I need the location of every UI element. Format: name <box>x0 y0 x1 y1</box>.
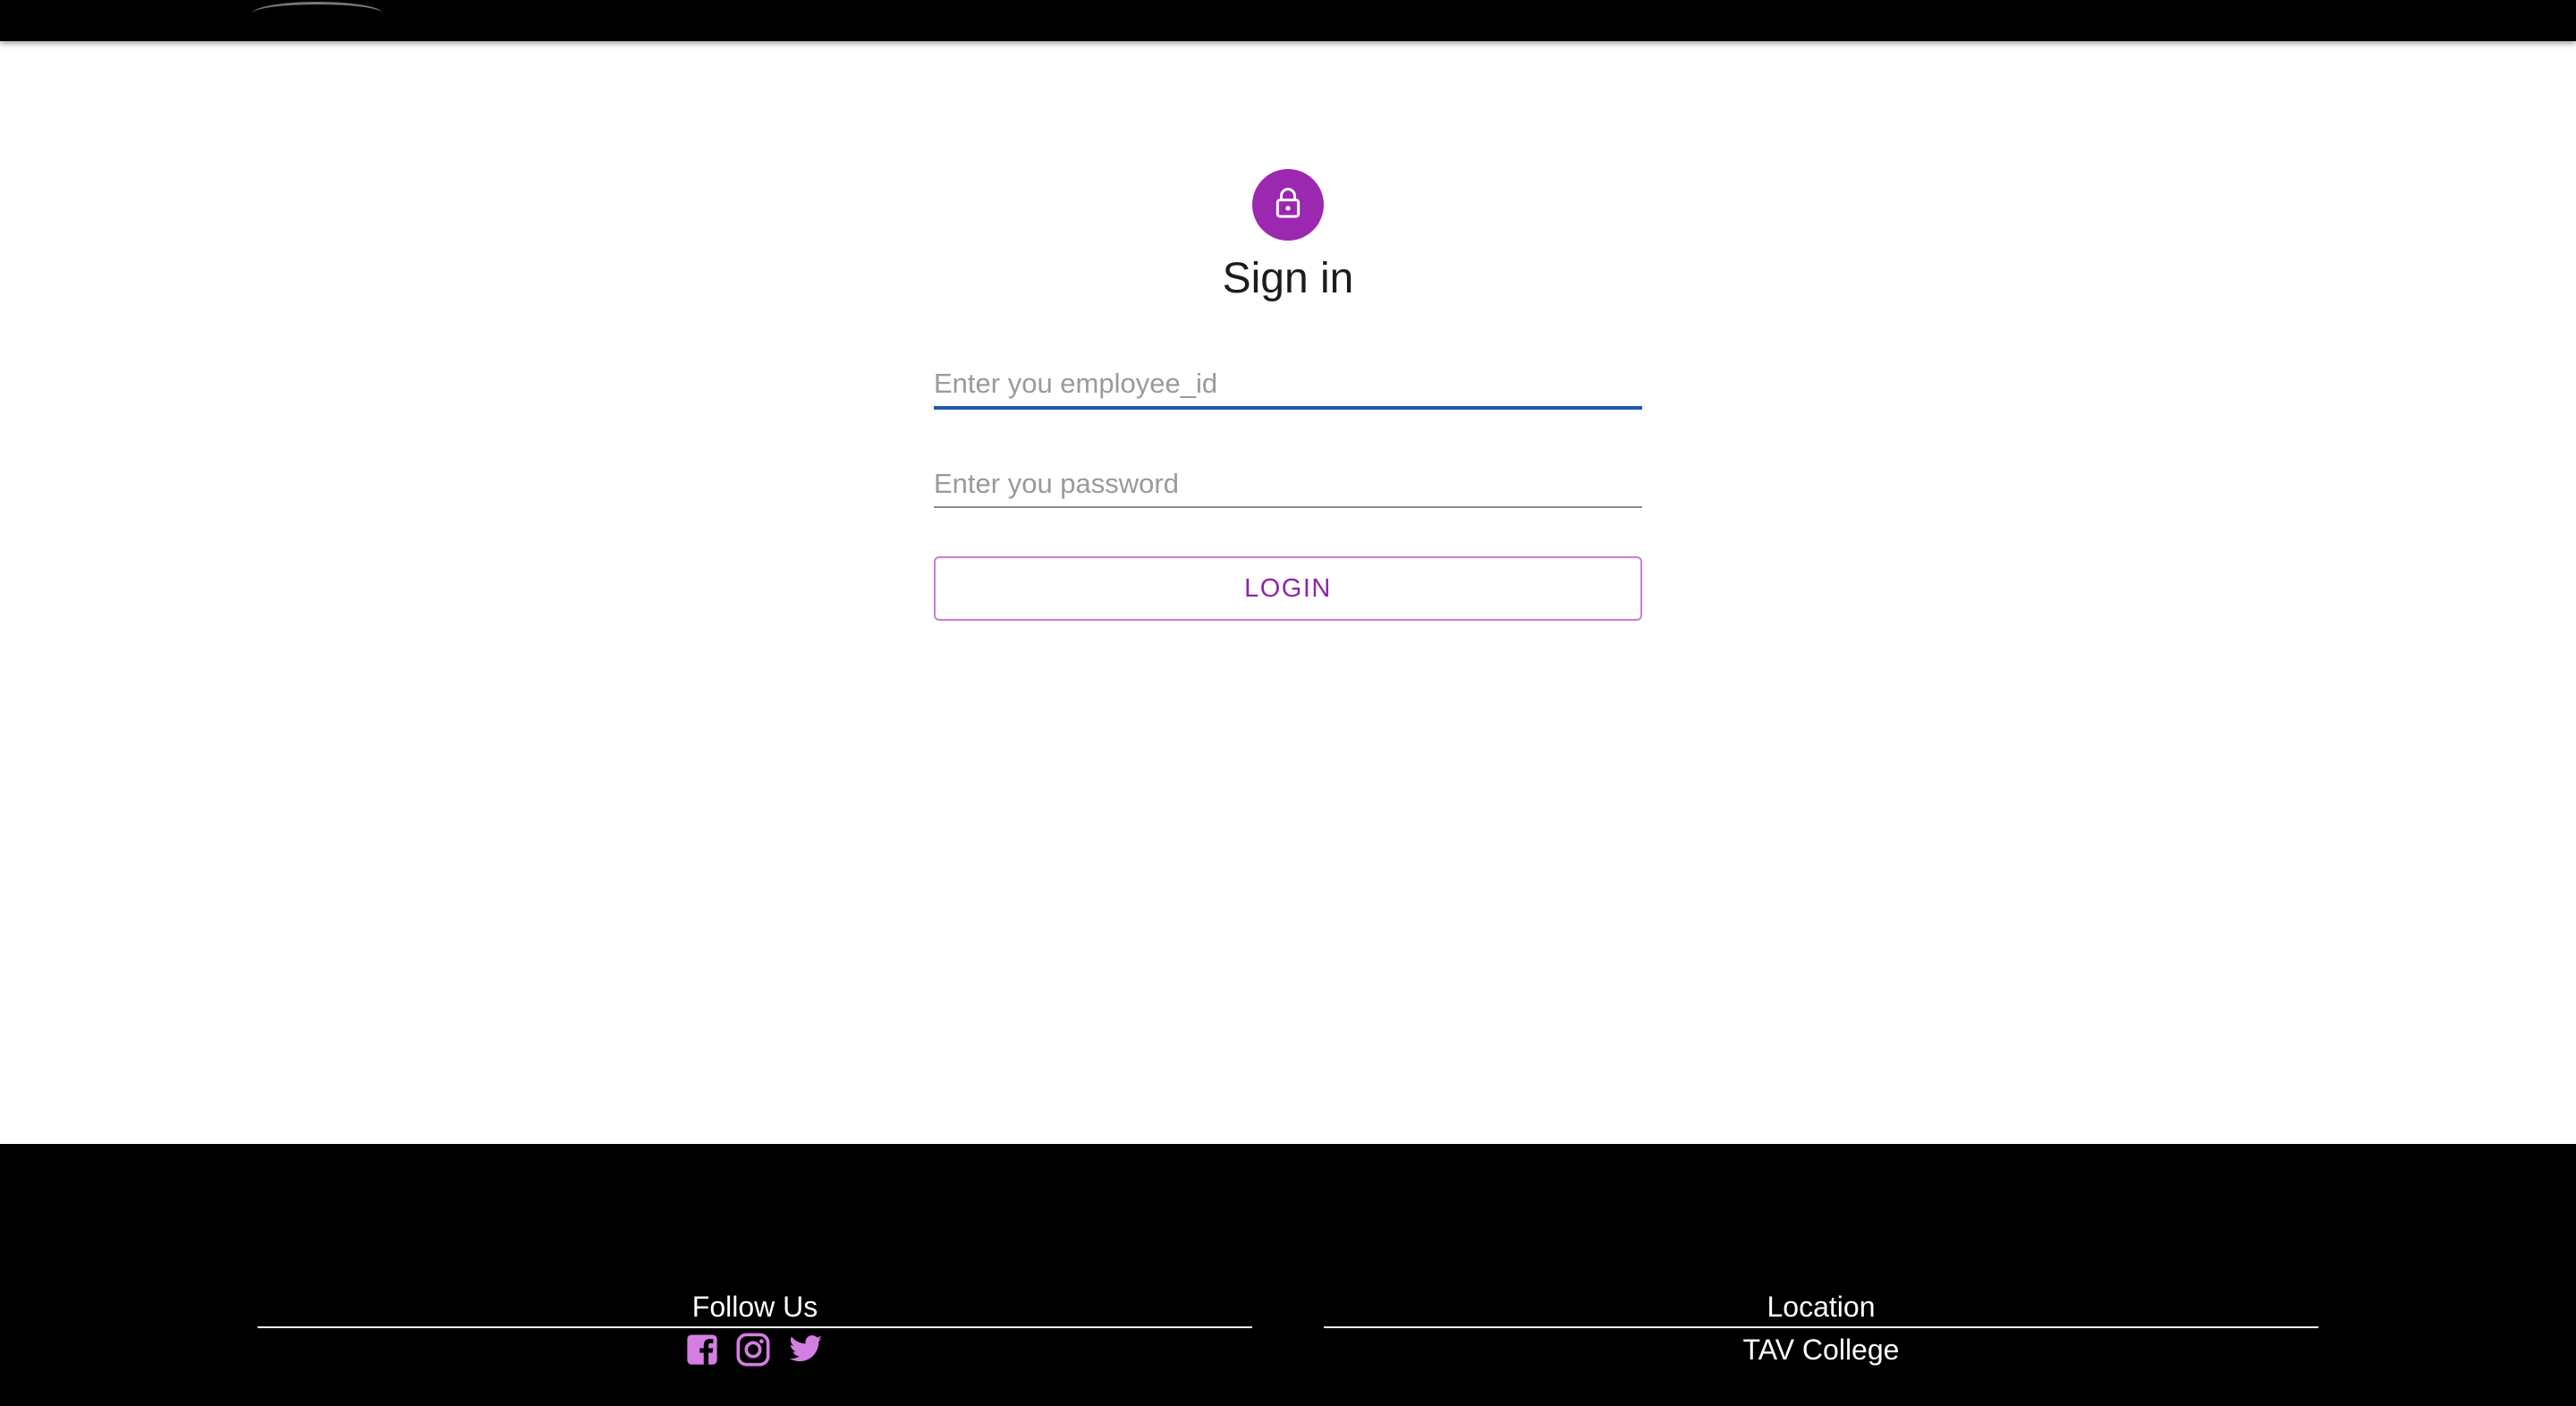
location-text: TAV College <box>1742 1334 1900 1366</box>
employee-id-field <box>934 361 1642 410</box>
follow-us-section: Follow Us <box>258 1291 1252 1368</box>
social-links <box>258 1332 1252 1368</box>
password-underline <box>934 506 1642 508</box>
facebook-icon[interactable] <box>685 1333 719 1367</box>
footer: Follow Us Location TAV College <box>0 1144 2576 1406</box>
location-heading: Location <box>1767 1291 1876 1323</box>
employee-id-underline <box>934 406 1642 410</box>
signin-page: Sign in LOGIN <box>0 41 2576 1144</box>
follow-us-divider <box>258 1326 1252 1328</box>
password-input[interactable] <box>934 462 1642 506</box>
employee-id-input[interactable] <box>934 361 1642 406</box>
header-logo[interactable] <box>252 2 383 13</box>
location-section: Location TAV College <box>1324 1291 2318 1366</box>
login-button-label: LOGIN <box>1244 573 1332 603</box>
login-button[interactable]: LOGIN <box>934 556 1642 621</box>
twitter-icon[interactable] <box>787 1332 825 1368</box>
instagram-icon[interactable] <box>735 1332 771 1368</box>
lock-avatar <box>1252 169 1324 241</box>
lock-icon <box>1270 185 1306 225</box>
follow-us-heading: Follow Us <box>691 1291 818 1323</box>
password-field <box>934 462 1642 508</box>
page-title: Sign in <box>1222 255 1354 302</box>
location-divider <box>1324 1326 2318 1328</box>
top-app-bar <box>0 0 2576 41</box>
